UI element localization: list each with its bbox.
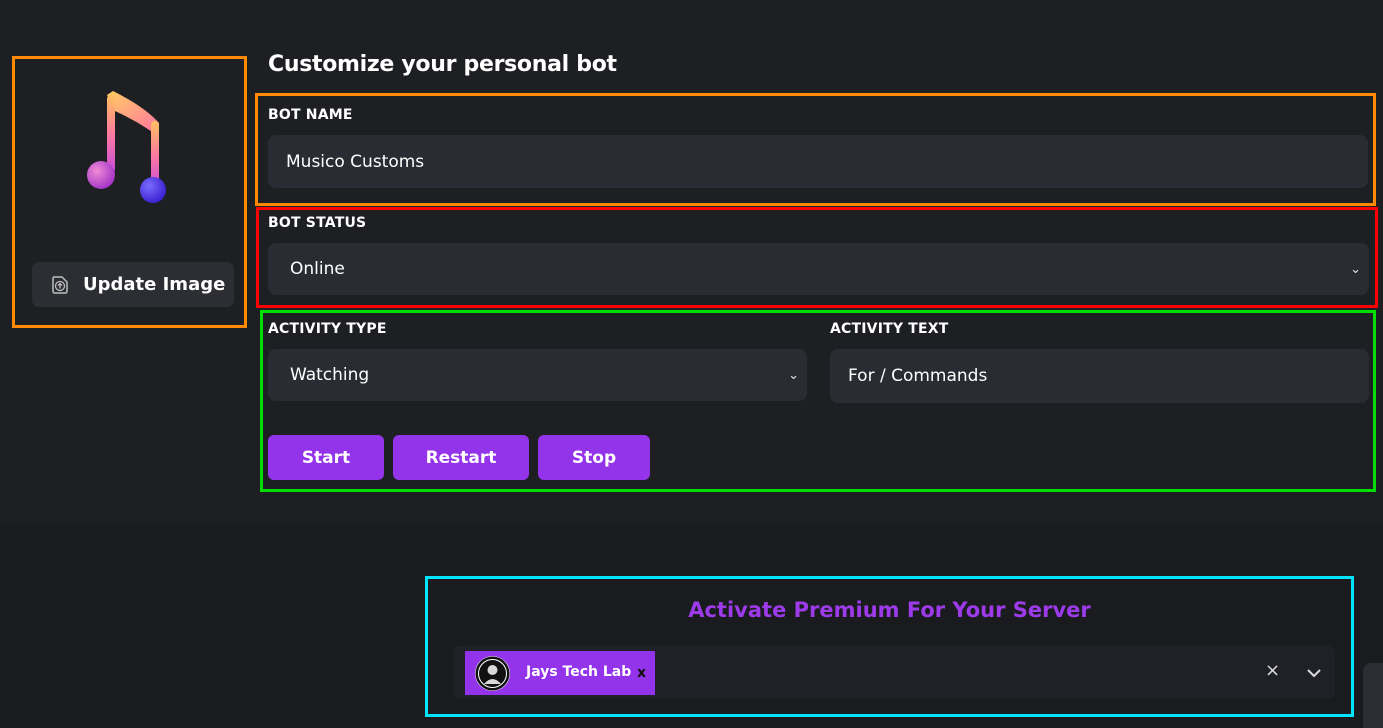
update-image-button[interactable]: Update Image — [32, 262, 234, 307]
remove-server-button[interactable]: x — [637, 665, 646, 681]
server-select[interactable]: Jays Tech Lab x × — [453, 646, 1335, 699]
scroll-handle[interactable] — [1363, 663, 1383, 728]
activity-type-value: Watching — [290, 365, 370, 385]
avatar-card: Update Image — [12, 56, 247, 328]
server-name: Jays Tech Lab — [526, 664, 632, 680]
page-title: Customize your personal bot — [268, 52, 617, 77]
activity-text-input[interactable]: For / Commands — [830, 349, 1369, 403]
clear-selection-button[interactable]: × — [1265, 660, 1280, 681]
start-button[interactable]: Start — [268, 435, 384, 480]
bot-status-value: Online — [290, 259, 345, 279]
activity-text-label: ACTIVITY TEXT — [830, 321, 949, 337]
upload-icon — [52, 275, 68, 294]
activity-type-select[interactable]: Watching ⌄ — [268, 349, 807, 401]
bot-status-label: BOT STATUS — [268, 215, 367, 231]
update-image-label: Update Image — [83, 274, 226, 295]
chevron-down-icon: ⌄ — [1350, 261, 1361, 277]
bot-name-label: BOT NAME — [268, 107, 353, 123]
bot-status-select[interactable]: Online ⌄ — [268, 243, 1369, 295]
restart-button[interactable]: Restart — [393, 435, 529, 480]
server-chip: Jays Tech Lab x — [465, 651, 655, 695]
chevron-down-icon[interactable] — [1305, 664, 1323, 682]
bot-name-input[interactable]: Musico Customs — [268, 135, 1368, 188]
server-avatar — [475, 656, 510, 691]
music-note-icon — [87, 91, 166, 203]
activity-type-label: ACTIVITY TYPE — [268, 321, 387, 337]
premium-title: Activate Premium For Your Server — [688, 598, 1091, 622]
activity-text-value: For / Commands — [848, 366, 988, 386]
stop-button[interactable]: Stop — [538, 435, 650, 480]
avatar-icon — [475, 656, 510, 691]
chevron-down-icon: ⌄ — [788, 367, 799, 383]
bot-name-value: Musico Customs — [286, 151, 425, 172]
